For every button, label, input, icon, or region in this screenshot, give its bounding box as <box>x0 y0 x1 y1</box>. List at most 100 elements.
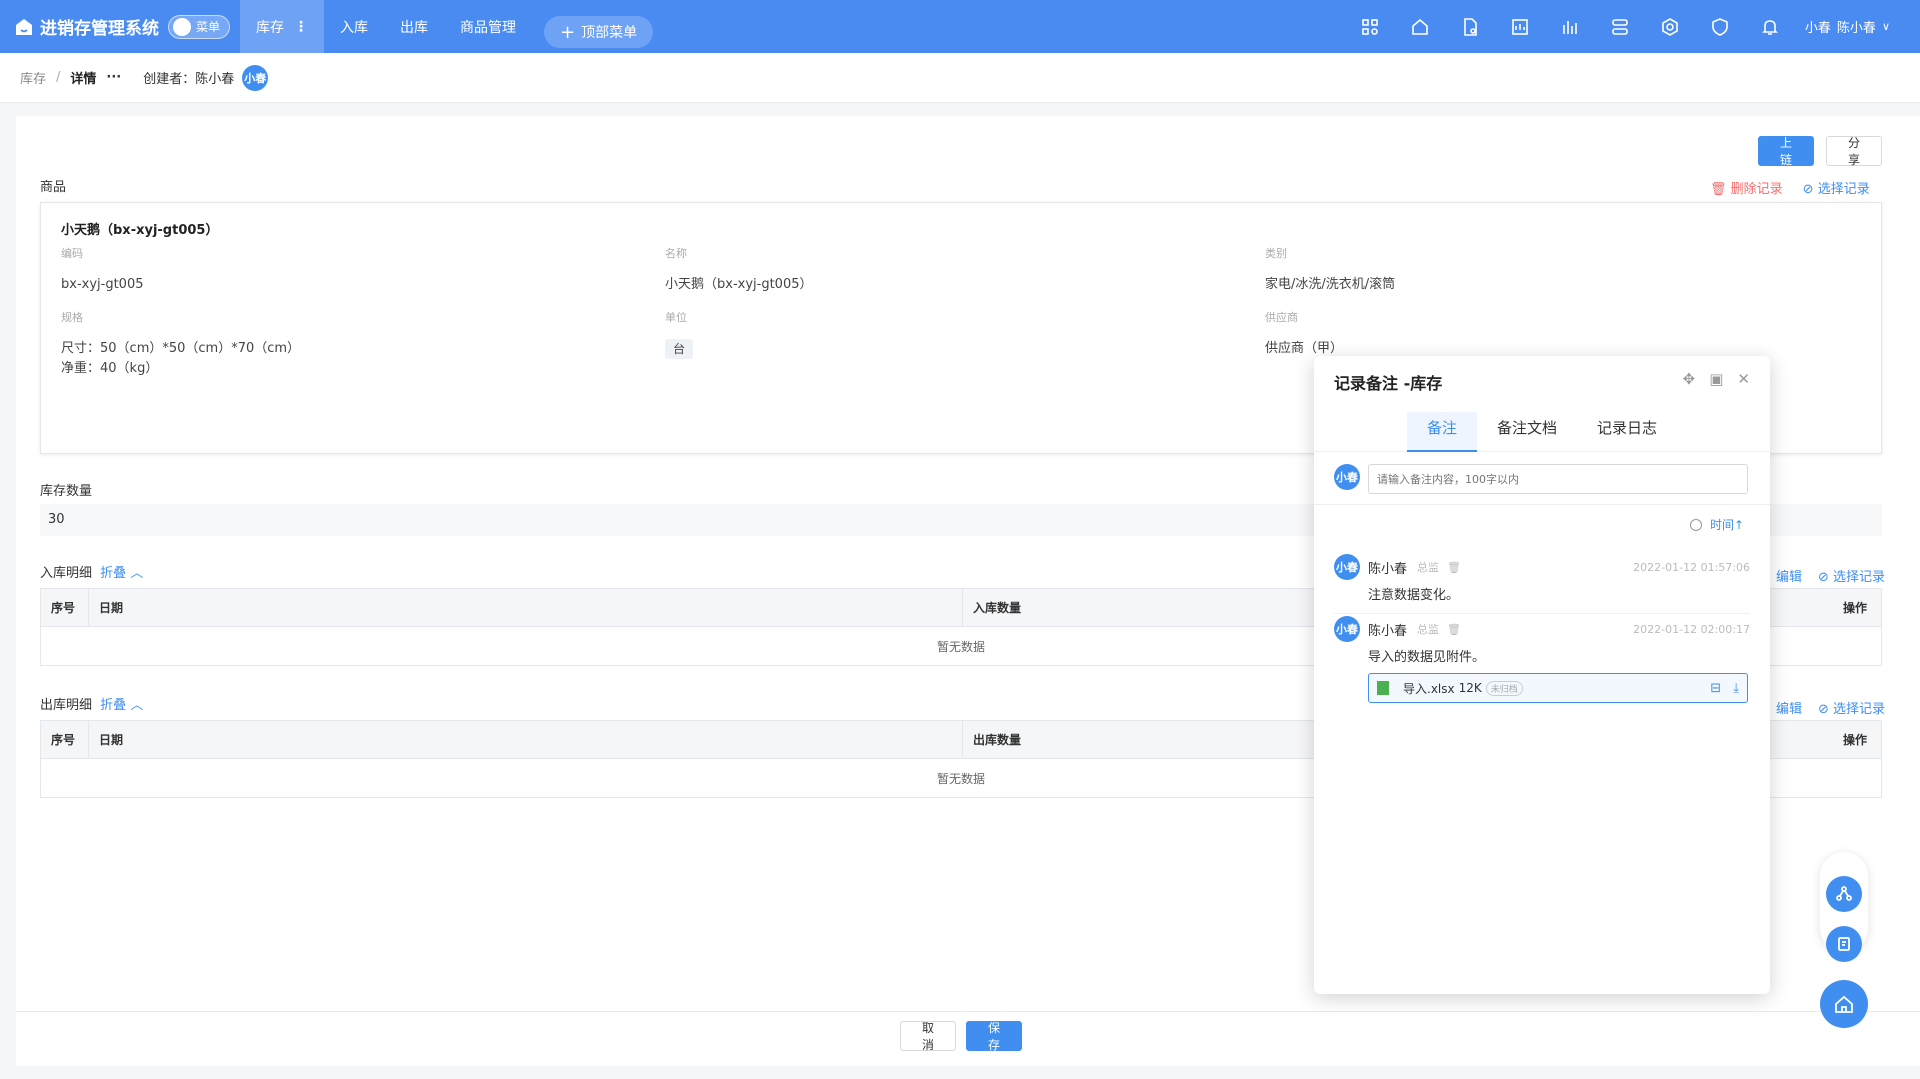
breadcrumb-parent[interactable]: 库存 <box>20 68 46 87</box>
field-value: 尺寸：50（cm）*50（cm）*70（cm） 净重：40（kg） <box>61 339 300 379</box>
report-icon[interactable] <box>1495 17 1545 37</box>
attachment[interactable]: 导入.xlsx 12K 未归档 ⊟ ⤓ <box>1368 673 1748 703</box>
top-menu-label: 顶部菜单 <box>581 25 638 41</box>
divider <box>1334 613 1750 614</box>
menu-toggle[interactable]: 菜单 <box>168 14 230 39</box>
top-nav: 库存 ⋮ 入库 出库 商品管理 <box>240 0 532 53</box>
tab-notes[interactable]: 备注 <box>1406 412 1477 452</box>
download-icon[interactable]: ⤓ <box>1733 681 1739 696</box>
spec-line: 尺寸：50（cm）*50（cm）*70（cm） <box>61 341 301 356</box>
outbound-section: 出库明细 折叠 ︿ <box>40 694 143 713</box>
top-menu-button[interactable]: + 顶部菜单 <box>544 16 654 48</box>
inbound-actions: 编辑 ⊘ 选择记录 <box>1776 566 1885 585</box>
column-header: 操作 <box>1843 601 1868 615</box>
goods-section-label: 商品 <box>40 180 67 195</box>
nav-item-inventory[interactable]: 库存 ⋮ <box>240 0 324 53</box>
inbound-section: 入库明细 折叠 ︿ <box>40 562 143 581</box>
nav-item-outbound[interactable]: 出库 <box>384 0 444 53</box>
chevron-down-icon: ∨ <box>1881 20 1890 33</box>
note-header: 小春 陈小春 总监 🗑 2022-01-12 01:57:06 <box>1334 554 1750 580</box>
excel-file-icon <box>1377 681 1389 695</box>
field-label: 类别 <box>1265 247 1287 260</box>
field-code: 编码 bx-xyj-gt005 <box>61 245 144 295</box>
close-icon[interactable]: ✕ <box>1737 370 1750 388</box>
note-header: 小春 陈小春 总监 🗑 2022-01-12 02:00:17 <box>1334 616 1750 642</box>
more-vertical-icon[interactable]: ⋮ <box>294 19 308 35</box>
attachment-name: 导入.xlsx <box>1403 681 1455 696</box>
save-button[interactable]: 保存 <box>966 1021 1022 1052</box>
share-network-icon[interactable] <box>1826 876 1862 912</box>
app-brand[interactable]: 进销存管理系统 <box>0 14 168 39</box>
document-settings-icon[interactable] <box>1445 17 1495 37</box>
field-label: 供应商 <box>1265 311 1298 324</box>
inbound-label: 入库明细 <box>40 566 93 581</box>
outbound-edit-link[interactable]: 编辑 <box>1776 698 1802 717</box>
field-label: 名称 <box>665 247 687 260</box>
goods-title: 小天鹅（bx-xyj-gt005） <box>61 223 219 238</box>
nav-label: 入库 <box>340 19 368 36</box>
settings-icon[interactable] <box>1645 17 1695 37</box>
field-spec: 规格 尺寸：50（cm）*50（cm）*70（cm） 净重：40（kg） <box>61 309 300 379</box>
field-label: 编码 <box>61 247 83 260</box>
trash-icon[interactable]: 🗑 <box>1447 561 1461 574</box>
inbound-collapse-toggle[interactable]: 折叠 ︿ <box>100 566 143 581</box>
share-button[interactable]: 分享 <box>1826 136 1882 167</box>
chain-button[interactable]: 上链 <box>1758 136 1814 167</box>
nav-label: 出库 <box>400 19 428 36</box>
nav-item-inbound[interactable]: 入库 <box>324 0 384 53</box>
panel-toolbar: ✥ ▣ ✕ <box>1669 370 1750 388</box>
select-record-label: 选择记录 <box>1833 702 1886 717</box>
tab-note-docs[interactable]: 备注文档 <box>1477 412 1577 452</box>
cancel-button[interactable]: 取消 <box>900 1021 956 1052</box>
avatar: 小春 <box>1334 616 1360 642</box>
top-navbar: 进销存管理系统 菜单 库存 ⋮ 入库 出库 商品管理 + 顶部菜单 小春 陈小春 … <box>0 0 1920 53</box>
nav-item-goods[interactable]: 商品管理 <box>444 0 532 53</box>
notes-panel: 记录备注 -库存 ✥ ▣ ✕ 备注 备注文档 记录日志 小春 时间↑ 小春 陈小… <box>1314 356 1770 994</box>
avatar: 小春 <box>242 64 269 91</box>
save-icon[interactable]: ▣ <box>1709 370 1723 388</box>
select-record-link[interactable]: ⊘ 选择记录 <box>1803 178 1870 197</box>
user-menu[interactable]: 小春 陈小春 ∨ <box>1805 17 1890 36</box>
field-supplier: 供应商 供应商（甲） <box>1265 309 1343 359</box>
outbound-label: 出库明细 <box>40 698 93 713</box>
menu-toggle-label: 菜单 <box>196 20 221 34</box>
archive-badge: 未归档 <box>1485 680 1523 696</box>
breadcrumb-separator: / <box>56 70 61 85</box>
note-author: 陈小春 <box>1368 561 1408 577</box>
app-title: 进销存管理系统 <box>40 19 159 39</box>
note-item: 小春 陈小春 总监 🗑 2022-01-12 01:57:06 注意数据变化。 <box>1334 554 1750 614</box>
inbound-select-link[interactable]: ⊘ 选择记录 <box>1818 566 1885 585</box>
archive-icon[interactable]: ⊟ <box>1710 681 1721 696</box>
user-name: 陈小春 <box>1836 21 1876 36</box>
home-icon[interactable] <box>1395 17 1445 37</box>
more-icon[interactable]: ··· <box>106 70 121 85</box>
bell-icon[interactable] <box>1745 17 1795 37</box>
field-value: 小天鹅（bx-xyj-gt005） <box>665 277 813 292</box>
tab-record-log[interactable]: 记录日志 <box>1577 412 1677 452</box>
delete-record-label: 删除记录 <box>1730 182 1783 197</box>
note-text: 导入的数据见附件。 <box>1368 650 1486 665</box>
creator-label: 创建者：陈小春 <box>143 72 235 87</box>
breadcrumb-current: 详情 <box>70 72 97 87</box>
outbound-select-link[interactable]: ⊘ 选择记录 <box>1818 698 1885 717</box>
delete-record-link[interactable]: 🗑 删除记录 <box>1710 178 1783 197</box>
user-avatar-text: 小春 <box>1804 21 1831 36</box>
home-icon[interactable] <box>1820 980 1868 1028</box>
shield-icon[interactable] <box>1695 17 1745 37</box>
apps-icon[interactable] <box>1345 17 1395 37</box>
nav-label: 库存 <box>256 19 284 36</box>
note-time: 2022-01-12 02:00:17 <box>1633 622 1750 636</box>
chart-icon[interactable] <box>1545 17 1595 37</box>
column-header: 操作 <box>1843 733 1868 747</box>
edit-note-icon[interactable] <box>1826 926 1862 962</box>
move-icon[interactable]: ✥ <box>1683 370 1696 388</box>
outbound-collapse-toggle[interactable]: 折叠 ︿ <box>100 698 143 713</box>
note-input[interactable] <box>1368 464 1748 494</box>
stock-label: 库存数量 <box>40 484 93 499</box>
breadcrumb: 库存 / 详情 ··· 创建者：陈小春 小春 <box>0 53 1920 103</box>
server-icon[interactable] <box>1595 17 1645 37</box>
time-sort-filter[interactable]: 时间↑ <box>1689 516 1744 533</box>
trash-icon[interactable]: 🗑 <box>1447 623 1461 636</box>
inbound-edit-link[interactable]: 编辑 <box>1776 566 1802 585</box>
note-time: 2022-01-12 01:57:06 <box>1633 560 1750 574</box>
